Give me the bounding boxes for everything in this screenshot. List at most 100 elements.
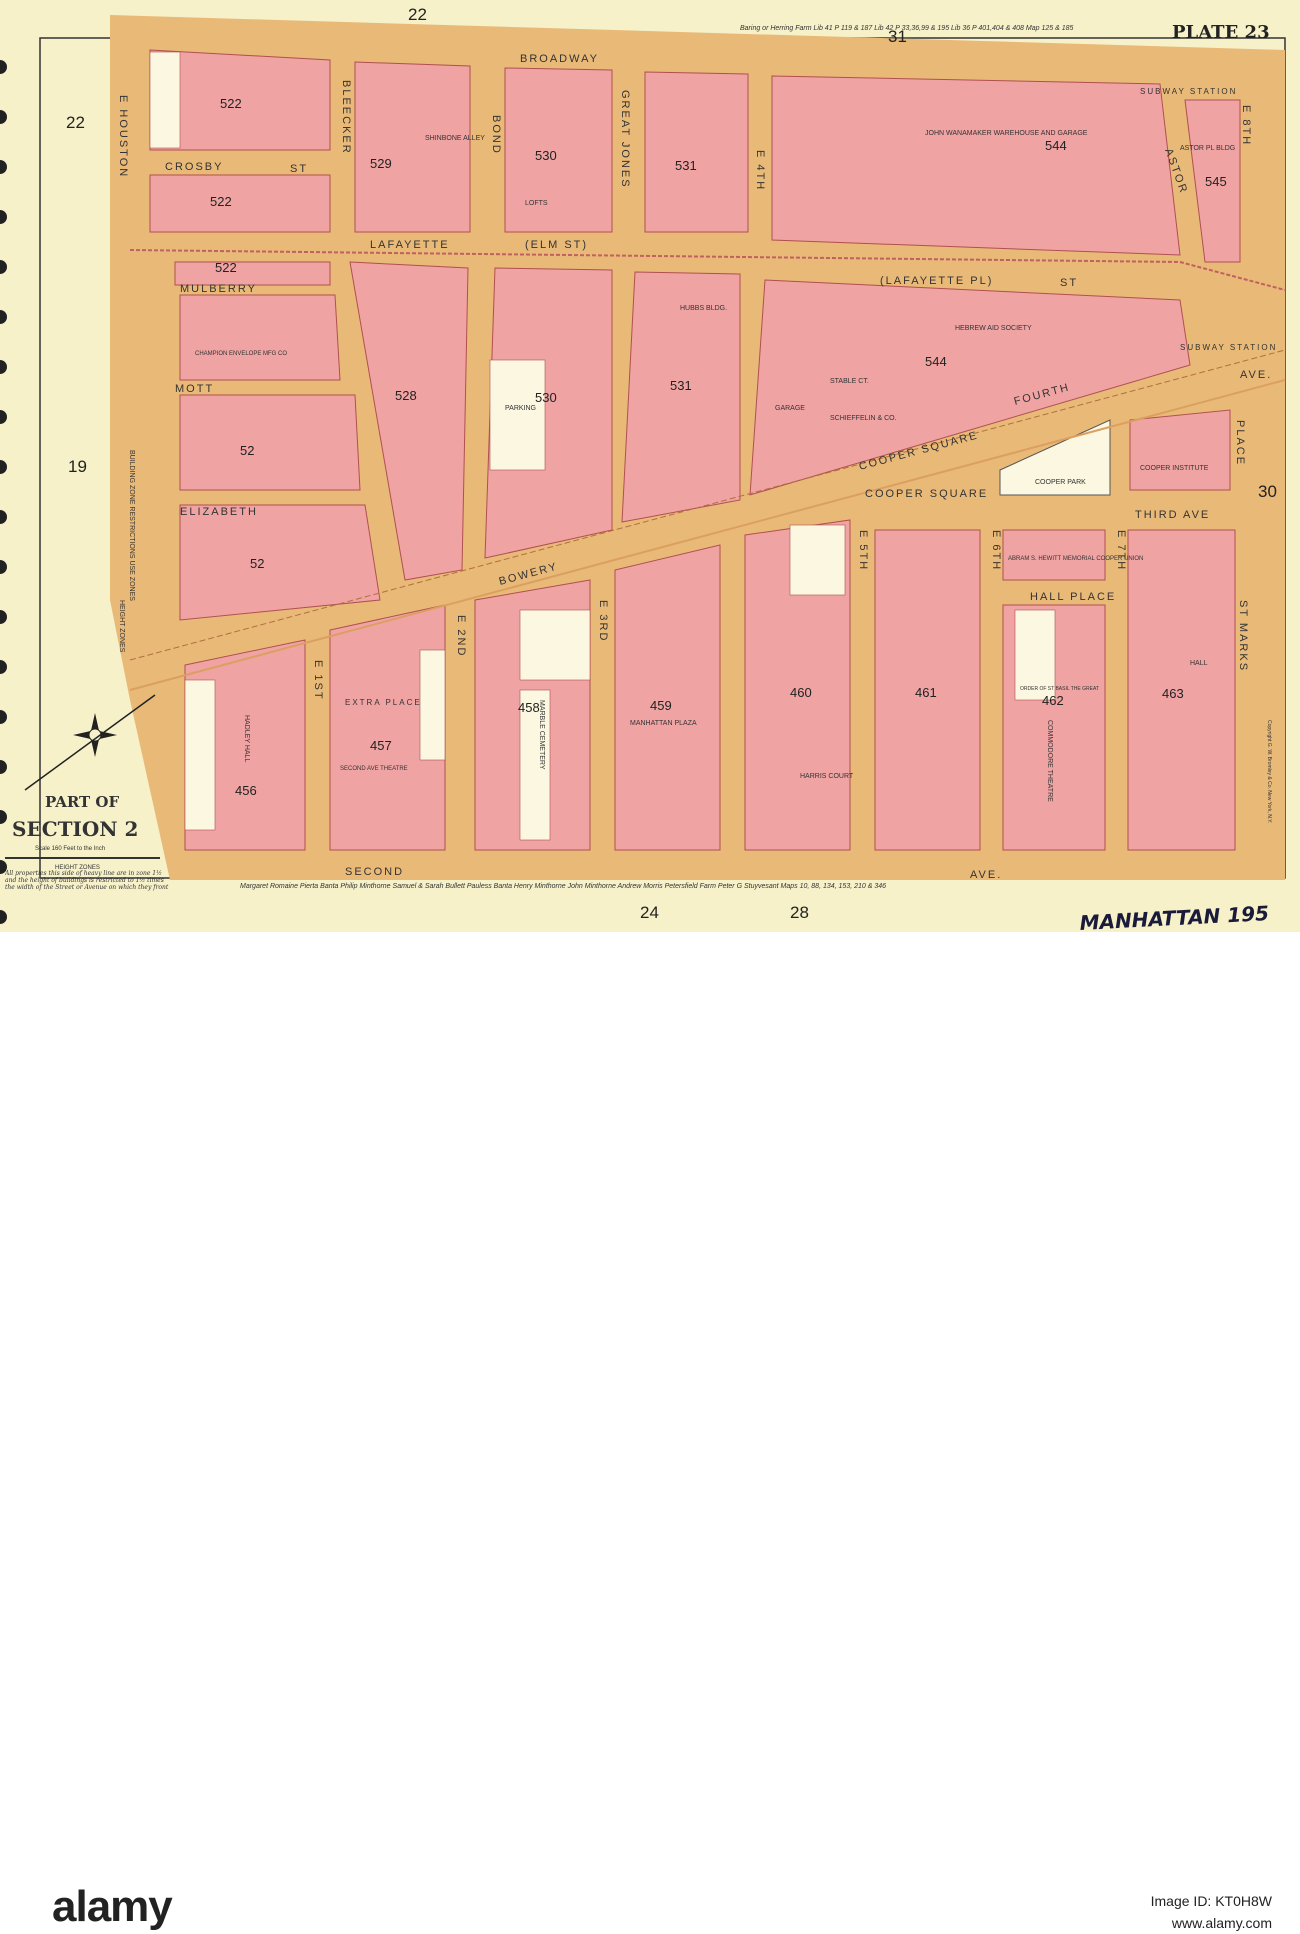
map-label: COOPER INSTITUTE: [1140, 465, 1209, 472]
block-wanamaker: [771, 75, 1181, 256]
map-label: SUBWAY STATION: [1180, 343, 1277, 352]
map-label: ST: [290, 163, 308, 175]
map-label: HUBBS BLDG.: [680, 305, 727, 312]
street-label-houston: E HOUSTON: [117, 95, 129, 178]
map-label: 529: [370, 156, 392, 171]
map-label: MANHATTAN PLAZA: [630, 720, 697, 727]
street-label-crosby: CROSBY: [165, 161, 223, 173]
map-label: SHINBONE ALLEY: [425, 135, 485, 142]
street-label-great-jones: GREAT JONES: [619, 90, 631, 189]
map-svg: BROADWAY Baring or Herring Farm Lib 41 P…: [5, 5, 1286, 932]
map-label: SCHIEFFELIN & CO.: [830, 415, 897, 422]
map-label: LOFTS: [525, 200, 548, 207]
street-label-lafayette-pl: (LAFAYETTE PL): [880, 275, 993, 287]
map-label: COMMODORE THEATRE: [1046, 720, 1053, 802]
map-label: HARRIS COURT: [800, 773, 854, 780]
image-id-text: Image ID: KT0H8W: [1150, 1893, 1272, 1909]
map-label: PLACE: [1234, 420, 1246, 466]
map-label: AVE.: [1240, 369, 1272, 381]
map-label: SUBWAY STATION: [1140, 87, 1237, 96]
map-label: ST MARKS: [1237, 600, 1249, 672]
block-elizabeth: [179, 504, 381, 621]
street-label-mott: MOTT: [175, 383, 214, 395]
street-label-broadway: BROADWAY: [520, 53, 599, 65]
map-label: 530: [535, 390, 557, 405]
map-label: E 7TH: [1115, 530, 1127, 571]
map-label: AVE.: [970, 869, 1002, 881]
map-label: E 3RD: [597, 600, 609, 642]
map-label: 463: [1162, 686, 1184, 701]
map-label: 522: [215, 260, 237, 275]
map-label: Scale 160 Feet to the Inch: [35, 846, 105, 852]
map-sheet: BROADWAY Baring or Herring Farm Lib 41 P…: [0, 0, 1300, 932]
map-label: PARKING: [505, 405, 536, 412]
map-label: ABRAM S. HEWITT MEMORIAL COOPER UNION: [1008, 556, 1143, 562]
map-label: SECOND AVE THEATRE: [340, 766, 408, 772]
map-label: 531: [675, 158, 697, 173]
map-label: HALL: [1190, 660, 1208, 667]
map-label: E 5TH: [857, 530, 869, 571]
street-label-bond: BOND: [490, 115, 502, 155]
height-zones-note: All properties this side of heavy line a…: [5, 870, 169, 891]
street-label-second: SECOND: [345, 866, 404, 878]
map-label: 24: [640, 903, 659, 922]
map-label: COOPER PARK: [1035, 479, 1086, 486]
street-label-bleecker: BLEECKER: [340, 80, 352, 155]
map-label: 52: [250, 556, 264, 571]
map-label: 459: [650, 698, 672, 713]
compass-rose-icon: [24, 694, 156, 791]
map-label: HEBREW AID SOCIETY: [955, 325, 1032, 332]
map-label: HEIGHT ZONES: [118, 600, 125, 653]
map-label: 458: [518, 700, 540, 715]
map-label: 462: [1042, 693, 1064, 708]
map-label: STABLE CT.: [830, 378, 869, 385]
map-label: BUILDING ZONE RESTRICTIONS USE ZONES: [128, 450, 135, 601]
block-530-top: [504, 67, 613, 233]
street-label-third-ave: THIRD AVE: [1135, 509, 1210, 521]
handwritten-note: MANHATTAN 195: [1079, 901, 1270, 932]
map-label: 52: [240, 443, 254, 458]
map-label: Copyright G. W. Bromley & Co. New York, …: [1266, 720, 1272, 823]
map-label: EXTRA PLACE: [345, 698, 422, 707]
block-522-c: [174, 261, 331, 286]
map-label: 22: [66, 113, 85, 132]
map-label: 544: [925, 354, 947, 369]
map-label: JOHN WANAMAKER WAREHOUSE AND GARAGE: [925, 130, 1088, 137]
map-label: 460: [790, 685, 812, 700]
map-label: SECTION 2: [12, 817, 138, 841]
map-label: 544: [1045, 138, 1067, 153]
map-label: CHAMPION ENVELOPE MFG CO: [195, 351, 287, 357]
map-label: MARBLE CEMETERY: [538, 700, 545, 770]
block-529: [354, 61, 471, 233]
map-label: 522: [220, 96, 242, 111]
block-cooper-union: [1002, 529, 1106, 581]
map-label: HADLEY HALL: [243, 715, 250, 762]
map-label: 530: [535, 148, 557, 163]
map-label: ORDER OF ST BASIL THE GREAT: [1020, 686, 1099, 692]
map-label: 456: [235, 783, 257, 798]
alamy-url: www.alamy.com: [1171, 1915, 1272, 1931]
map-label: 528: [395, 388, 417, 403]
map-label: 531: [670, 378, 692, 393]
plate-number: PLATE 23: [1172, 22, 1270, 43]
map-label: 457: [370, 738, 392, 753]
map-label: PART OF: [45, 793, 119, 811]
street-label-mulberry: MULBERRY: [180, 283, 257, 295]
owners-line: Margaret Romaine Pierta Banta Philip Min…: [240, 883, 886, 890]
map-label: E 6TH: [990, 530, 1002, 571]
map-label: E 1ST: [312, 660, 324, 701]
map-label: 28: [790, 903, 809, 922]
map-label: 545: [1205, 174, 1227, 189]
alamy-logo: alamy: [52, 1882, 173, 1931]
street-label-cooper-square: COOPER SQUARE: [865, 488, 988, 500]
map-label: 461: [915, 685, 937, 700]
image-id: Image ID: KT0H8W www.alamy.com: [1151, 1890, 1272, 1934]
map-label: E 8TH: [1240, 105, 1252, 146]
map-label: E 2ND: [455, 615, 467, 657]
map-label: 22: [408, 5, 427, 24]
map-label: 522: [210, 194, 232, 209]
block-522-b: [149, 174, 331, 233]
map-label: GARAGE: [775, 405, 805, 412]
map-page: BROADWAY Baring or Herring Farm Lib 41 P…: [0, 0, 1300, 1931]
block-mulberry: [179, 294, 341, 381]
